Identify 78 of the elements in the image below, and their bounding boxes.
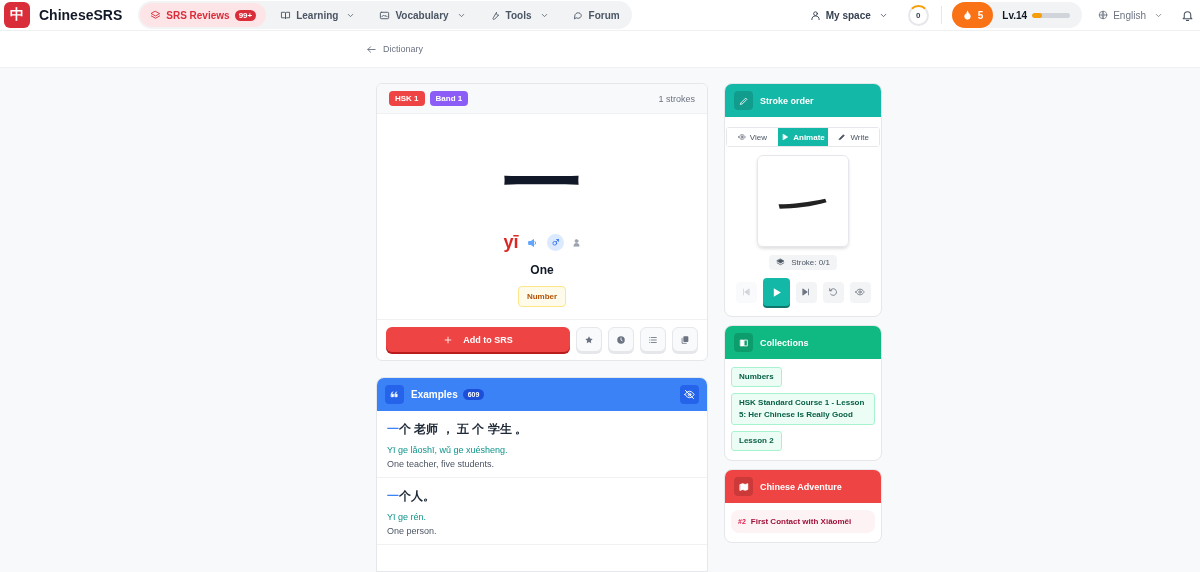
play-button[interactable]	[762, 278, 790, 306]
flame-icon	[961, 9, 973, 21]
show-outline-button[interactable]	[849, 281, 871, 303]
back-arrow-icon	[366, 43, 377, 55]
category-tag: Number	[517, 286, 567, 307]
example-translation: One teacher, five students.	[387, 459, 496, 469]
picture-icon	[379, 9, 391, 21]
favorite-button[interactable]	[576, 327, 602, 352]
meaning: One	[530, 263, 554, 277]
nav-item[interactable]: Learning	[270, 3, 366, 27]
pinyin: yī	[503, 232, 519, 253]
level-label: Lv.14	[1002, 9, 1028, 21]
stroke-count: 1 strokes	[658, 93, 695, 104]
level-tag: Band 1	[429, 91, 469, 106]
nav-item[interactable]: Vocabulary	[369, 3, 476, 27]
wrench-icon	[489, 9, 501, 21]
language-select[interactable]: English	[1092, 8, 1169, 22]
person-icon[interactable]	[571, 238, 581, 247]
male-icon	[550, 238, 560, 247]
panel-title: Stroke order	[760, 95, 814, 106]
copy-button[interactable]	[672, 327, 698, 352]
list-button[interactable]	[640, 327, 666, 352]
panel-title: Chinese Adventure	[760, 481, 842, 492]
eye-icon	[855, 287, 865, 297]
nav-item[interactable]: Tools	[479, 3, 559, 27]
example-sentence: 一个人。	[387, 488, 436, 505]
chat-icon	[572, 9, 584, 21]
stroke-counter-text: Stroke: 0/1	[791, 258, 830, 267]
count-badge: 99+	[234, 9, 257, 21]
next-button[interactable]	[795, 281, 817, 303]
pencil-icon	[838, 133, 847, 141]
user-icon	[809, 9, 821, 21]
example-pinyin: Yī ge rén.	[387, 512, 428, 522]
level-progress	[1032, 12, 1071, 18]
notifications-icon[interactable]	[1181, 8, 1194, 22]
quote-mark-icon	[390, 390, 399, 399]
layers-icon	[150, 9, 162, 21]
pencil-icon	[738, 95, 749, 106]
globe-icon	[1098, 10, 1109, 20]
map-icon	[738, 481, 749, 492]
review-counter: 0	[907, 4, 929, 26]
hide-translation-button[interactable]	[680, 385, 699, 404]
example-pinyin: Yī ge lǎoshī, wǔ ge xuésheng.	[387, 445, 509, 455]
undo-icon	[828, 287, 838, 297]
nav-item[interactable]: Forum	[562, 3, 630, 27]
eye-off-icon	[684, 389, 695, 400]
eye-icon	[737, 133, 746, 141]
collection-tag[interactable]: Numbers	[731, 367, 782, 387]
skip-back-icon	[741, 287, 751, 297]
copy-icon	[680, 334, 690, 345]
history-button[interactable]	[608, 327, 634, 352]
star-icon	[584, 334, 594, 345]
book-icon	[280, 9, 292, 21]
character: 一	[502, 144, 582, 230]
collection-tag[interactable]: HSK Standard Course 1 - Lesson 5: Her Chinese Is Really Good	[731, 393, 875, 425]
collection-tag[interactable]: Lesson 2	[731, 431, 782, 451]
speaker-icon[interactable]	[526, 236, 539, 249]
list-icon	[648, 334, 658, 345]
chapter-title: First Contact with Xiǎoměi	[750, 517, 852, 526]
reset-button[interactable]	[822, 281, 844, 303]
examples-title: Examples	[411, 389, 458, 400]
example-sentence: 一个 老师 ， 五 个 学生 。	[387, 421, 528, 438]
book-icon	[738, 337, 749, 348]
add-to-srs-button[interactable]: Add to SRS	[386, 327, 570, 352]
skip-forward-icon	[801, 287, 811, 297]
clock-icon	[616, 334, 626, 345]
male-voice-button[interactable]	[546, 234, 564, 251]
level-tag: HSK 1	[389, 91, 425, 106]
play-icon	[781, 133, 790, 141]
brand-name[interactable]: ChineseSRS	[39, 7, 123, 23]
panel-title: Collections	[760, 337, 809, 348]
layers-icon	[776, 258, 786, 267]
brand-logo[interactable]: 中	[4, 2, 30, 28]
plus-icon	[443, 334, 454, 345]
example-translation: One person.	[387, 526, 438, 536]
nav-item[interactable]: SRS Reviews 99+	[140, 3, 267, 27]
back-link[interactable]: Dictionary	[366, 43, 423, 55]
user-menu[interactable]: My space	[803, 8, 894, 22]
